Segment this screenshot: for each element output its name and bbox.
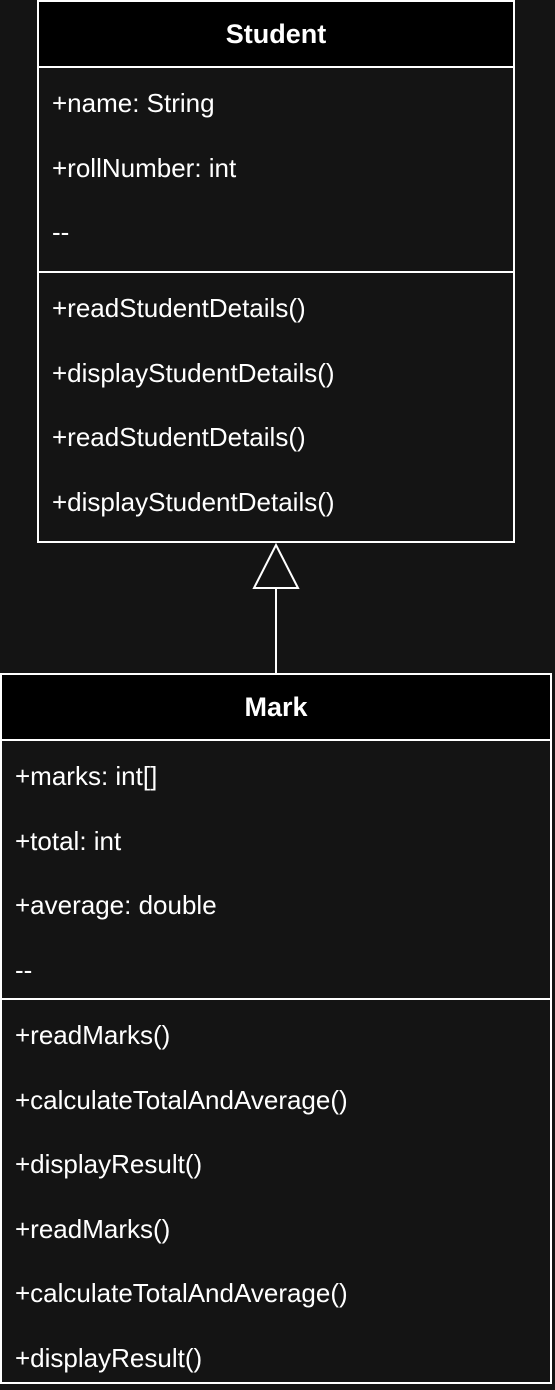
attributes-mark: +marks: int[] +total: int +average: doub… xyxy=(2,741,550,1000)
method-calculate-total-and-average: +calculateTotalAndAverage() xyxy=(15,1278,348,1308)
class-name-mark: Mark xyxy=(2,675,550,741)
method-read-marks: +readMarks() xyxy=(15,1020,171,1050)
inheritance-arrowhead xyxy=(252,542,300,589)
methods-mark: +readMarks() +calculateTotalAndAverage()… xyxy=(2,1000,550,1390)
method-display-result: +displayResult() xyxy=(15,1342,203,1373)
method-display-result: +displayResult() xyxy=(15,1149,203,1179)
attribute-separator: -- xyxy=(15,954,33,985)
attribute-total: +total: int xyxy=(15,825,122,856)
attribute-marks: +marks: int[] xyxy=(15,761,158,791)
method-read-marks: +readMarks() xyxy=(15,1213,171,1244)
method-calculate-total-and-average: +calculateTotalAndAverage() xyxy=(15,1084,348,1115)
attribute-average: +average: double xyxy=(15,890,217,920)
class-mark[interactable]: Mark +marks: int[] +total: int +average:… xyxy=(0,673,552,1384)
